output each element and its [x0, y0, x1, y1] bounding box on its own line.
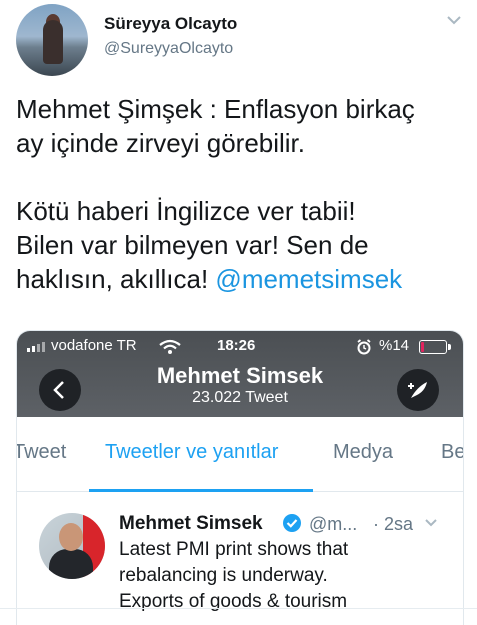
inner-tweet-line: Latest PMI print shows that [119, 539, 349, 560]
author-handle[interactable]: @SureyyaOlcayto [104, 40, 233, 58]
battery-icon [419, 340, 451, 354]
avatar-suit [49, 549, 93, 579]
avatar-face [59, 523, 83, 551]
wifi-icon [159, 339, 181, 354]
chevron-down-icon[interactable] [444, 10, 464, 30]
alarm-icon [357, 339, 371, 355]
inner-tweet-line: Exports of goods & tourism [119, 591, 348, 612]
compose-feather-icon [408, 382, 427, 398]
tweet-line: Bilen var bilmeyen var! Sen de [16, 230, 369, 260]
tab-tweets-and-replies[interactable]: Tweetler ve yanıtlar [105, 441, 278, 464]
inner-tweet-line: rebalancing is underway. [119, 565, 328, 586]
inner-tweet-author[interactable]: Mehmet Simsek [119, 513, 263, 535]
status-time: 18:26 [217, 337, 256, 354]
mention-link[interactable]: @memetsimsek [215, 264, 402, 294]
tweet-text: Mehmet Şimşek : Enflasyon birkaç ay için… [16, 92, 468, 296]
battery-percent: %14 [379, 337, 410, 354]
tweet-line: ay içinde zirveyi görebilir. [16, 128, 306, 158]
tweet-line: haklısın, akıllıca! @memetsimsek [16, 262, 468, 296]
tab-media[interactable]: Medya [333, 441, 393, 464]
tweet-line: Mehmet Şimşek : Enflasyon birkaç [16, 94, 415, 124]
tab-likes[interactable]: Beğeni [441, 441, 463, 464]
battery-fill [421, 342, 424, 352]
tweet-line-text: haklısın, akıllıca! [16, 264, 216, 294]
verified-badge-icon [283, 514, 301, 532]
inner-tweet-handle[interactable]: @m... [309, 514, 357, 535]
inner-tweet-text: Latest PMI print shows that rebalancing … [119, 537, 449, 615]
carrier-label: vodafone TR [51, 337, 137, 354]
compose-tweet-button[interactable] [397, 369, 439, 411]
inner-tweet-time: · 2sa [373, 514, 414, 534]
signal-icon [27, 342, 45, 352]
tab-tweets[interactable]: Tweet [17, 441, 66, 464]
chevron-down-icon[interactable] [423, 515, 439, 531]
author-name[interactable]: Süreyya Olcayto [104, 14, 237, 34]
profile-header: vodafone TR 18:26 %14 Mehmet Simsek 23.0… [17, 331, 463, 417]
avatar-figure [43, 20, 63, 64]
inner-tweet-avatar[interactable] [39, 513, 105, 579]
author-avatar[interactable] [16, 4, 88, 76]
tweet-line: Kötü haberi İngilizce ver tabii! [16, 196, 356, 226]
profile-tabs: Tweet Tweetler ve yanıtlar Medya Beğeni [17, 417, 463, 492]
active-tab-indicator [89, 489, 313, 492]
divider [0, 608, 477, 609]
attached-screenshot[interactable]: vodafone TR 18:26 %14 Mehmet Simsek 23.0… [16, 330, 464, 625]
